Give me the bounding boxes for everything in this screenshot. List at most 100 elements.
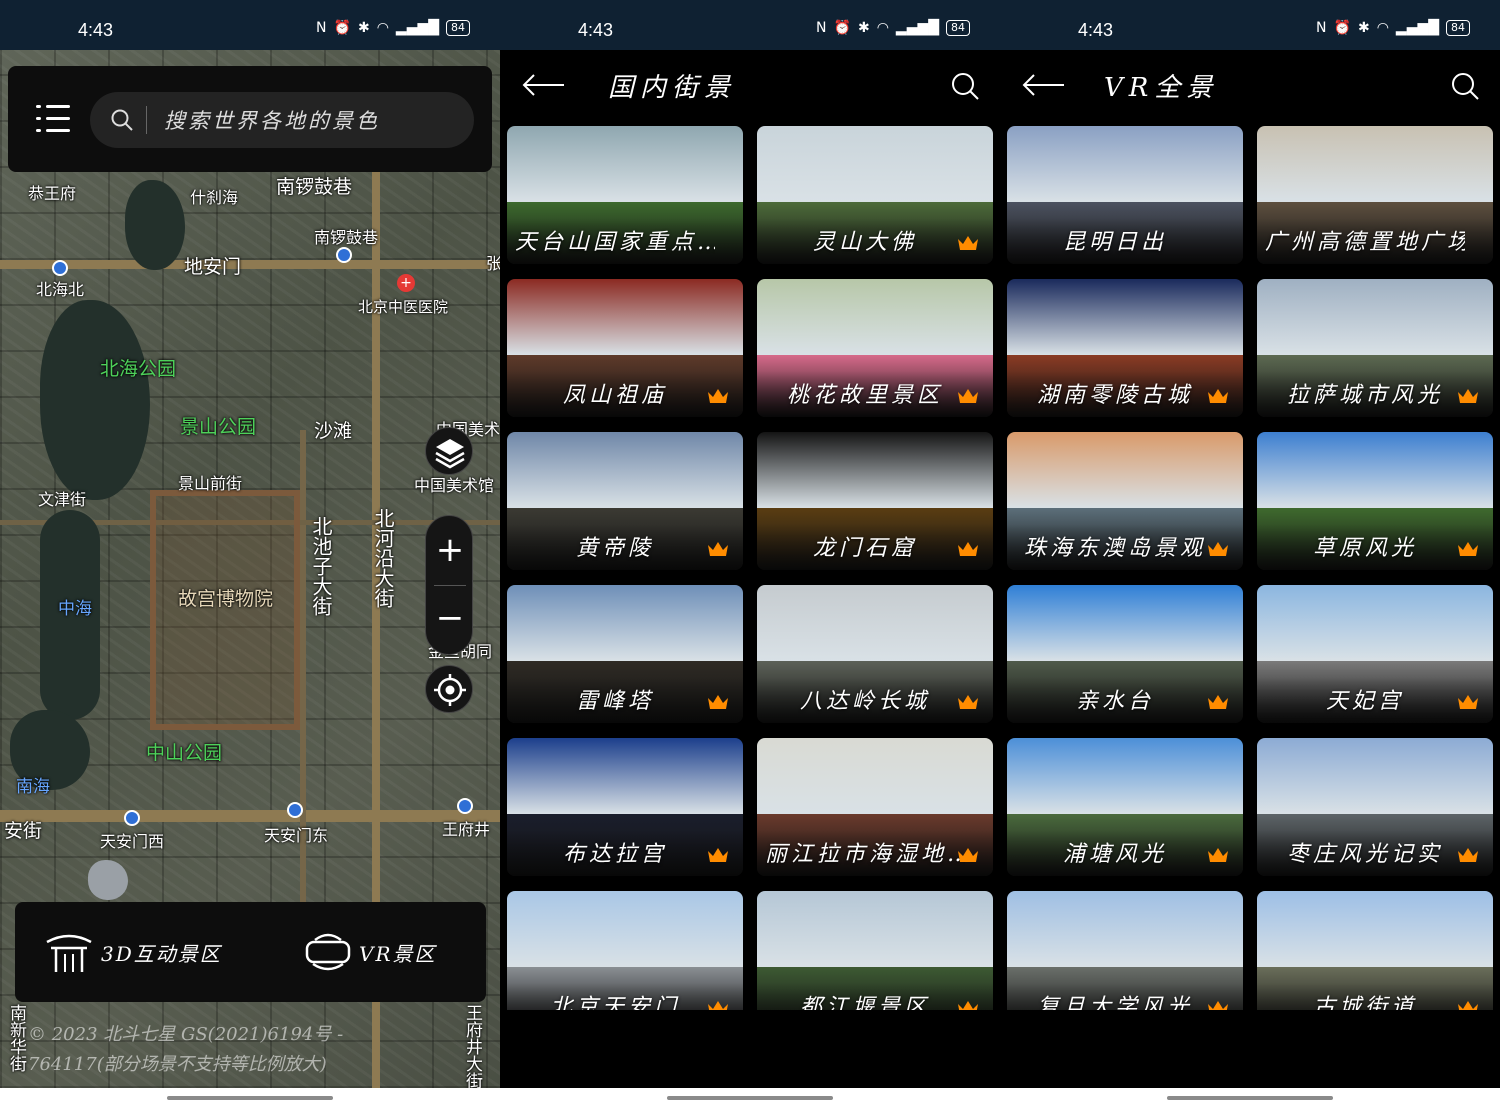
scene-title: 都江堰景区 [799, 995, 930, 1010]
scene-card[interactable]: 八达岭长城 [757, 585, 993, 723]
wifi-icon: ◠ [876, 20, 889, 36]
map-label[interactable]: 北河沿大街 [371, 508, 395, 608]
scene-card[interactable]: 天台山国家重点… [507, 126, 743, 264]
navigation-bar [1000, 1088, 1500, 1110]
search-panel: 搜索世界各地的景色 [8, 66, 492, 172]
search-icon[interactable] [1450, 71, 1480, 101]
map-label[interactable]: 什刹海 [190, 184, 238, 208]
map-label[interactable]: 王府井 [442, 816, 490, 840]
map-label[interactable]: 中山公园 [146, 738, 222, 765]
map-label[interactable]: 北海公园 [100, 354, 176, 381]
map-label[interactable]: 天安门东 [264, 822, 328, 846]
scene-card[interactable]: 复旦大学风光 [1007, 891, 1243, 1010]
scene-card[interactable]: 灵山大佛 [757, 126, 993, 264]
scene-card[interactable]: 拉萨城市风光 [1257, 279, 1493, 417]
road [0, 260, 500, 269]
map-label[interactable]: 故宫博物院 [178, 584, 273, 611]
nfc-icon: N [816, 20, 827, 36]
scene-card[interactable]: 桃花故里景区 [757, 279, 993, 417]
status-icons: N ⏰ ✱ ◠ ▂▄▆█ 84 [1316, 20, 1470, 36]
vip-crown-icon [958, 542, 978, 556]
map-label[interactable]: 沙滩 [314, 416, 352, 443]
scene-title: 草原风光 [1312, 536, 1417, 561]
back-arrow-icon[interactable] [520, 70, 566, 100]
map-label[interactable]: 天安门西 [100, 828, 164, 852]
scene-card[interactable]: 亲水台 [1007, 585, 1243, 723]
metro-icon[interactable] [336, 247, 352, 263]
vip-crown-icon [1458, 695, 1478, 709]
map-label[interactable]: 地安门 [184, 252, 241, 279]
map-label[interactable]: 北京中医医院 [358, 296, 448, 317]
scene-title: 广州高德置地广场 [1265, 230, 1465, 255]
map-label[interactable]: 南锣鼓巷 [276, 172, 352, 199]
map-label[interactable]: 北池子大街 [309, 516, 333, 616]
page-title: 国内街景 [608, 73, 737, 103]
home-indicator[interactable] [1167, 1096, 1333, 1100]
map-label[interactable]: 张 [486, 250, 500, 274]
scene-card[interactable]: 天妃宫 [1257, 585, 1493, 723]
3d-scenic-button[interactable]: 3D互动景区 [43, 930, 222, 974]
scene-card[interactable]: 凤山祖庙 [507, 279, 743, 417]
metro-icon[interactable] [124, 810, 140, 826]
map-label[interactable]: 景山前街 [178, 470, 242, 494]
header: 国内街景 [500, 50, 1000, 120]
locate-button[interactable] [425, 665, 473, 713]
wifi-icon: ◠ [1376, 20, 1389, 36]
map-label[interactable]: 景山公园 [180, 412, 256, 439]
zoom-control: + − [425, 515, 473, 655]
scene-title: 天妃宫 [1325, 689, 1404, 714]
scene-thumbnail-sky [507, 432, 743, 508]
map-label[interactable]: 恭王府 [28, 180, 76, 204]
map-label[interactable]: 南新华街 [6, 1004, 26, 1072]
metro-icon[interactable] [457, 798, 473, 814]
home-indicator[interactable] [667, 1096, 833, 1100]
scene-thumbnail-sky [1257, 891, 1493, 967]
page-title: VR全景 [1104, 73, 1219, 103]
scene-card[interactable]: 丽江拉市海湿地… [757, 738, 993, 876]
scene-thumbnail-sky [507, 279, 743, 355]
scene-title: 八达岭长城 [799, 689, 930, 714]
scene-card[interactable]: 浦塘风光 [1007, 738, 1243, 876]
scene-card[interactable]: 珠海东澳岛景观 [1007, 432, 1243, 570]
scene-card[interactable]: 湖南零陵古城 [1007, 279, 1243, 417]
layers-button[interactable] [425, 427, 473, 475]
map-label[interactable]: 南海 [16, 772, 50, 797]
map-label[interactable]: 北海北 [36, 276, 84, 300]
map-label[interactable]: 安街 [4, 816, 42, 843]
map-label[interactable]: 南锣鼓巷 [314, 224, 378, 248]
vibrate-icon: ✱ [357, 20, 370, 36]
vip-crown-icon [1208, 695, 1228, 709]
home-indicator[interactable] [167, 1096, 333, 1100]
scene-card[interactable]: 昆明日出 [1007, 126, 1243, 264]
metro-icon[interactable] [52, 260, 68, 276]
menu-icon[interactable] [36, 102, 70, 136]
scene-thumbnail-sky [1007, 585, 1243, 661]
map-label[interactable]: 中海 [58, 594, 92, 619]
zoom-out-button[interactable]: − [426, 588, 474, 648]
vr-scenic-button[interactable]: VR景区 [303, 930, 437, 974]
scene-card[interactable]: 古城街道 [1257, 891, 1493, 1010]
search-icon[interactable] [950, 71, 980, 101]
scene-card[interactable]: 都江堰景区 [757, 891, 993, 1010]
road [0, 810, 500, 822]
wifi-icon: ◠ [376, 20, 389, 36]
back-arrow-icon[interactable] [1020, 70, 1066, 100]
map-label[interactable]: 文津街 [38, 486, 86, 510]
scene-card[interactable]: 雷峰塔 [507, 585, 743, 723]
vip-crown-icon [1208, 542, 1228, 556]
scene-card[interactable]: 龙门石窟 [757, 432, 993, 570]
metro-icon[interactable] [287, 802, 303, 818]
scene-card[interactable]: 广州高德置地广场 [1257, 126, 1493, 264]
scene-card[interactable]: 黄帝陵 [507, 432, 743, 570]
scene-card[interactable]: 北京天安门 [507, 891, 743, 1010]
scene-card[interactable]: 草原风光 [1257, 432, 1493, 570]
scene-thumbnail-sky [1007, 891, 1243, 967]
zoom-in-button[interactable]: + [426, 520, 474, 580]
scene-thumbnail-sky [757, 279, 993, 355]
scene-card[interactable]: 枣庄风光记实 [1257, 738, 1493, 876]
header: VR全景 [1000, 50, 1500, 120]
scene-card[interactable]: 布达拉宫 [507, 738, 743, 876]
hospital-icon[interactable]: + [397, 274, 415, 292]
scene-thumbnail-sky [1257, 585, 1493, 661]
search-input[interactable]: 搜索世界各地的景色 [90, 92, 474, 148]
